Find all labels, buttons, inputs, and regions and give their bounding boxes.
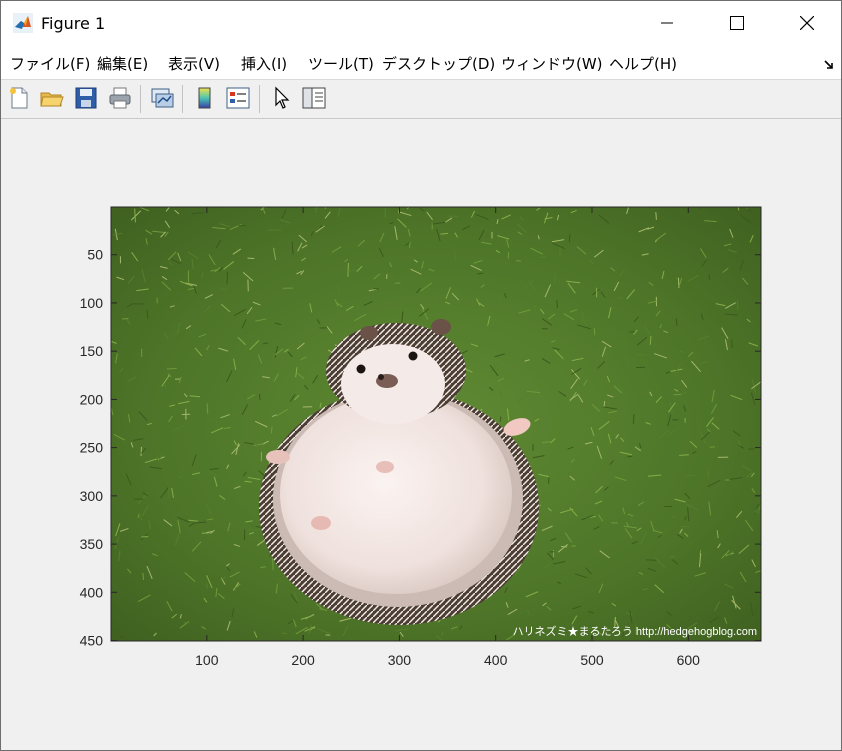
figure-canvas[interactable]: ハリネズミ★まるたろう http://hedgehogblog.com 50 10…	[1, 119, 841, 750]
grass-texture-stroke	[178, 476, 183, 479]
toolbar-separator	[259, 85, 260, 113]
grass-texture-stroke	[183, 621, 189, 624]
y-tick-label: 50	[87, 247, 103, 263]
grass-texture-stroke	[707, 470, 710, 479]
printer-icon	[109, 87, 131, 109]
grass-texture-stroke	[632, 413, 635, 424]
hedgehog-photo	[111, 207, 761, 641]
y-tick-label: 400	[80, 584, 104, 600]
print-figure-button[interactable]	[107, 85, 133, 111]
close-button[interactable]	[784, 1, 830, 45]
open-file-button[interactable]	[39, 85, 65, 111]
grass-texture-stroke	[294, 207, 296, 208]
grass-texture-stroke	[507, 252, 510, 259]
y-tick-label: 300	[80, 488, 104, 504]
y-tick-label: 250	[80, 440, 104, 456]
link-plot-button[interactable]	[149, 85, 175, 111]
maximize-icon	[730, 16, 744, 30]
grass-texture-stroke	[206, 403, 209, 414]
grass-texture-stroke	[259, 393, 261, 401]
title-bar[interactable]: Figure 1	[1, 1, 841, 45]
legend-icon	[226, 87, 250, 109]
matlab-logo-icon	[13, 13, 33, 33]
colorbar-icon	[198, 87, 211, 109]
toolbar-separator	[140, 85, 141, 113]
figure-window: Figure 1 ファイル(F) 編集(E) 表示(V) 挿入(I) ツール(T…	[0, 0, 842, 751]
new-document-icon	[10, 87, 28, 109]
menu-insert[interactable]: 挿入(I)	[241, 53, 287, 74]
menu-bar: ファイル(F) 編集(E) 表示(V) 挿入(I) ツール(T) デスクトップ(…	[1, 45, 841, 80]
edit-plot-button[interactable]	[269, 85, 295, 111]
toolbar-separator	[182, 85, 183, 113]
menu-tools[interactable]: ツール(T)	[308, 53, 374, 74]
maximize-button[interactable]	[714, 1, 760, 45]
axes-area[interactable]: ハリネズミ★まるたろう http://hedgehogblog.com 50 10…	[1, 119, 841, 750]
x-tick-label: 400	[484, 652, 508, 668]
insert-colorbar-button[interactable]	[192, 85, 218, 111]
grass-texture-stroke	[441, 631, 444, 636]
y-tick-label: 200	[80, 391, 104, 407]
grass-texture-stroke	[760, 545, 761, 548]
new-figure-button[interactable]	[6, 85, 32, 111]
grass-texture-stroke	[281, 632, 288, 635]
window-title: Figure 1	[41, 14, 106, 33]
minimize-button[interactable]	[644, 1, 690, 45]
watermark-text: ハリネズミ★まるたろう http://hedgehogblog.com	[513, 624, 758, 638]
y-tick-label: 450	[80, 633, 104, 649]
figure-toolbar	[1, 80, 841, 119]
property-panel-icon	[302, 87, 326, 109]
menu-help[interactable]: ヘルプ(H)	[609, 53, 677, 74]
menu-view[interactable]: 表示(V)	[168, 53, 220, 74]
arrow-cursor-icon	[275, 86, 290, 109]
floppy-disk-icon	[75, 87, 97, 109]
dock-arrow-icon[interactable]	[823, 56, 835, 75]
y-tick-label: 350	[80, 536, 104, 552]
x-tick-label: 300	[388, 652, 412, 668]
minimize-icon	[661, 22, 673, 24]
menu-edit[interactable]: 編集(E)	[97, 53, 148, 74]
grass-texture-stroke	[166, 367, 177, 370]
grass-texture-stroke	[260, 566, 267, 568]
property-inspector-button[interactable]	[301, 85, 327, 111]
insert-legend-button[interactable]	[225, 85, 251, 111]
grass-texture-stroke	[516, 260, 522, 262]
close-icon	[800, 16, 814, 30]
grass-texture-stroke	[655, 212, 657, 220]
open-folder-icon	[40, 92, 64, 107]
grass-texture-stroke	[603, 400, 606, 407]
grass-texture-stroke	[259, 380, 262, 388]
grass-texture-stroke	[477, 272, 484, 275]
x-tick-label: 200	[291, 652, 315, 668]
x-tick-label: 600	[677, 652, 701, 668]
menu-window[interactable]: ウィンドウ(W)	[501, 53, 603, 74]
grass-texture-stroke	[538, 256, 546, 259]
menu-file[interactable]: ファイル(F)	[10, 53, 90, 74]
link-plot-icon	[151, 88, 174, 108]
save-figure-button[interactable]	[73, 85, 99, 111]
y-tick-label: 150	[80, 343, 104, 359]
grass-texture-stroke	[680, 525, 689, 528]
grass-texture-stroke	[649, 336, 652, 345]
x-tick-label: 100	[195, 652, 219, 668]
menu-desktop[interactable]: デスクトップ(D)	[382, 53, 495, 74]
grass-texture-stroke	[142, 572, 145, 581]
x-tick-label: 500	[580, 652, 604, 668]
grass-texture-stroke	[679, 454, 689, 456]
y-tick-label: 100	[80, 295, 104, 311]
